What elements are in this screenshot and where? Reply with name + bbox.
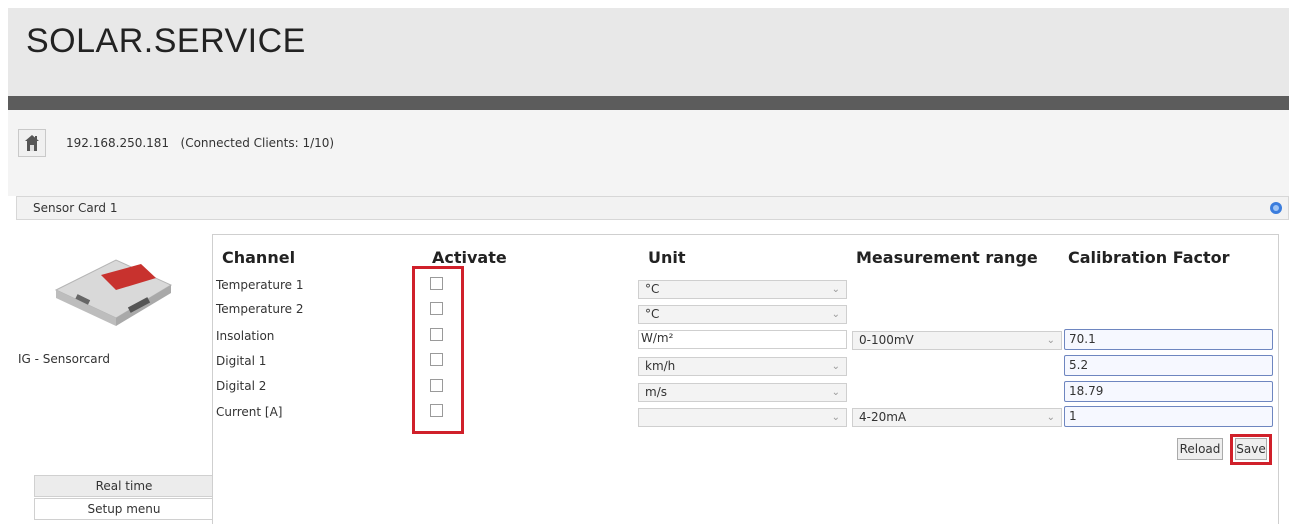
unit-select[interactable]: °C ⌄ — [638, 305, 847, 324]
device-ip: 192.168.250.181 — [66, 136, 170, 150]
reload-button[interactable]: Reload — [1177, 438, 1223, 460]
chevron-down-icon: ⌄ — [831, 309, 840, 320]
header-measurement-range: Measurement range — [856, 248, 1038, 267]
calibration-input[interactable]: 1 — [1064, 406, 1273, 427]
app-title: SOLAR.SERVICE — [26, 22, 306, 60]
chevron-down-icon: ⌄ — [831, 361, 840, 372]
range-select[interactable]: 0-100mV ⌄ — [852, 331, 1062, 350]
panel-title: Sensor Card 1 — [33, 201, 118, 215]
save-highlight — [1230, 434, 1272, 465]
channel-label: Current [A] — [216, 405, 283, 419]
channel-label: Temperature 2 — [216, 302, 304, 316]
unit-select[interactable]: ⌄ — [638, 408, 847, 427]
nav-real-time[interactable]: Real time — [34, 475, 214, 497]
sensor-settings-area — [212, 234, 1279, 524]
unit-select[interactable]: km/h ⌄ — [638, 357, 847, 376]
sensorcard-image — [54, 259, 173, 326]
app-header: SOLAR.SERVICE — [8, 8, 1289, 96]
unit-field[interactable]: W/m² — [638, 330, 847, 349]
chevron-down-icon: ⌄ — [1046, 335, 1055, 346]
connected-clients: (Connected Clients: 1/10) — [180, 136, 335, 150]
unit-select[interactable]: m/s ⌄ — [638, 383, 847, 402]
calibration-input[interactable]: 5.2 — [1064, 355, 1273, 376]
chevron-down-icon: ⌄ — [831, 284, 840, 295]
chevron-down-icon: ⌄ — [831, 387, 840, 398]
device-name: IG - Sensorcard — [18, 352, 110, 366]
calibration-input[interactable]: 70.1 — [1064, 329, 1273, 350]
home-button[interactable] — [18, 129, 46, 157]
chevron-down-icon: ⌄ — [831, 412, 840, 423]
channel-label: Digital 2 — [216, 379, 267, 393]
channel-label: Insolation — [216, 329, 275, 343]
range-select[interactable]: 4-20mA ⌄ — [852, 408, 1062, 427]
header-channel: Channel — [222, 248, 296, 267]
channel-label: Temperature 1 — [216, 278, 304, 292]
unit-select[interactable]: °C ⌄ — [638, 280, 847, 299]
collapse-icon[interactable] — [1270, 202, 1282, 214]
header-unit: Unit — [648, 248, 686, 267]
connection-bar — [8, 110, 1289, 196]
header-divider — [8, 96, 1289, 110]
activate-highlight — [412, 266, 464, 434]
calibration-input[interactable]: 18.79 — [1064, 381, 1273, 402]
header-activate: Activate — [432, 248, 507, 267]
nav-setup-menu[interactable]: Setup menu — [34, 498, 214, 520]
header-calibration-factor: Calibration Factor — [1068, 248, 1230, 267]
channel-label: Digital 1 — [216, 354, 267, 368]
connection-info: 192.168.250.181 (Connected Clients: 1/10… — [66, 136, 334, 150]
chevron-down-icon: ⌄ — [1046, 412, 1055, 423]
panel-header: Sensor Card 1 — [16, 196, 1289, 220]
home-icon — [25, 135, 39, 151]
